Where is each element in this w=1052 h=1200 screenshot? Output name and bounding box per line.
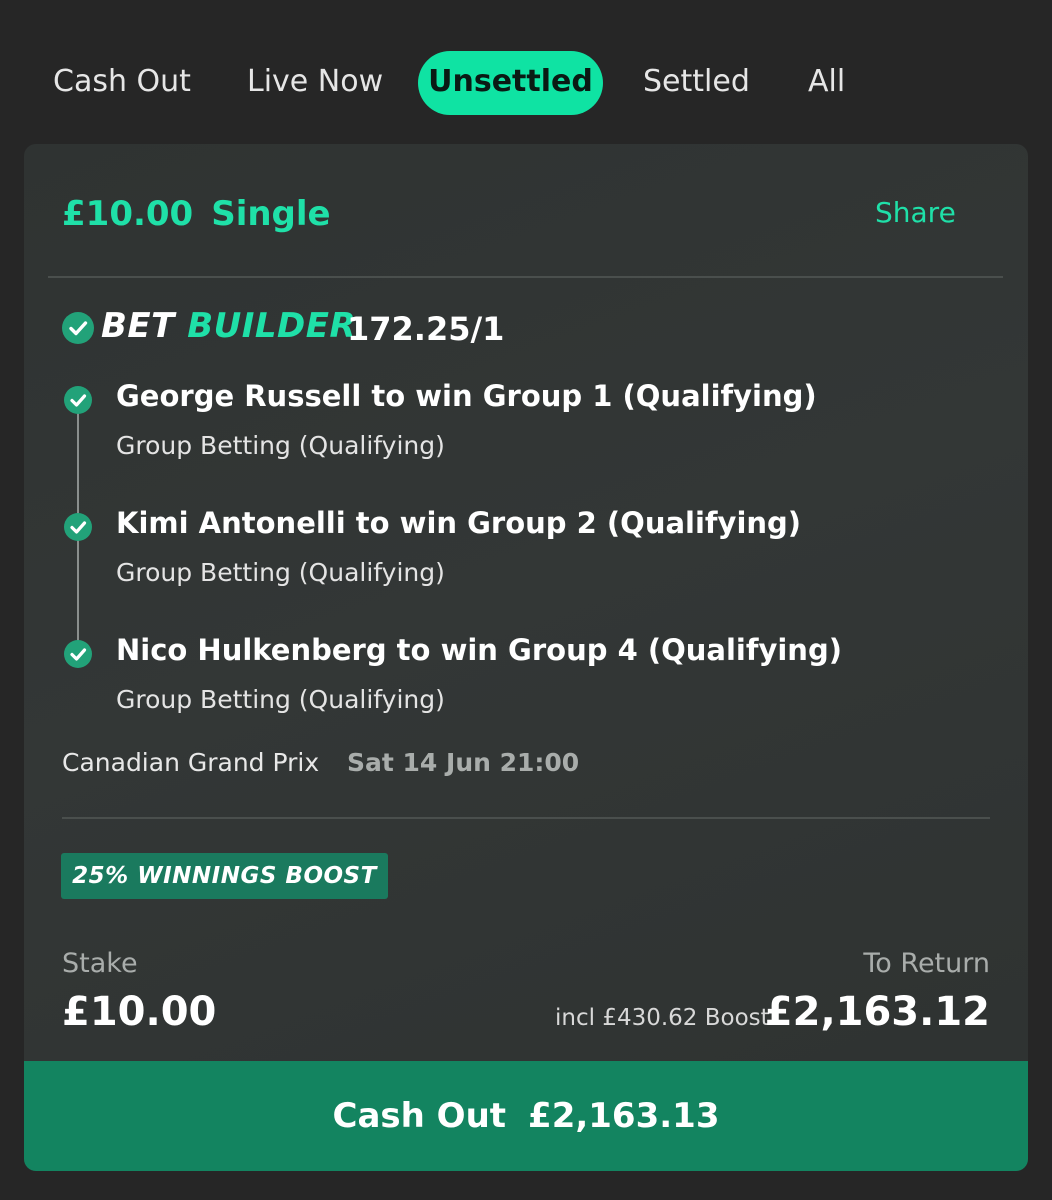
boost-included-text: incl £430.62 Boost: [555, 1005, 770, 1031]
check-circle-icon: [64, 513, 92, 541]
tab-all[interactable]: All: [808, 51, 845, 115]
bet-odds: 172.25/1: [347, 310, 505, 348]
cash-out-value: £2,163.13: [528, 1096, 720, 1136]
leg-market: Group Betting (Qualifying): [116, 685, 445, 714]
to-return-value: £2,163.12: [764, 989, 990, 1035]
to-return-label: To Return: [863, 948, 990, 979]
share-button[interactable]: Share: [875, 196, 956, 229]
leg-market: Group Betting (Qualifying): [116, 558, 445, 587]
bet-builder-label: BET BUILDER: [101, 306, 356, 346]
tab-live-now[interactable]: Live Now: [247, 51, 383, 115]
check-circle-icon: [64, 640, 92, 668]
check-circle-icon: [62, 312, 94, 344]
cash-out-button[interactable]: Cash Out £2,163.13: [24, 1061, 1028, 1171]
leg-selection: George Russell to win Group 1 (Qualifyin…: [116, 379, 817, 413]
event-divider: [62, 817, 990, 819]
winnings-boost-badge: 25% WINNINGS BOOST: [61, 853, 388, 899]
bet-builder-label-builder: BUILDER: [187, 306, 357, 346]
header-divider: [48, 276, 1003, 278]
bet-filter-tabs: Cash Out Live Now Unsettled Settled All: [0, 51, 1052, 115]
leg-selection: Kimi Antonelli to win Group 2 (Qualifyin…: [116, 506, 802, 540]
check-circle-icon: [64, 386, 92, 414]
tab-settled[interactable]: Settled: [643, 51, 750, 115]
bet-card: £10.00 Single Share BET BUILDER 172.25/1 …: [24, 144, 1028, 1171]
leg-selection: Nico Hulkenberg to win Group 4 (Qualifyi…: [116, 633, 842, 667]
tab-unsettled[interactable]: Unsettled: [418, 51, 603, 115]
leg-market: Group Betting (Qualifying): [116, 431, 445, 460]
event-name: Canadian Grand Prix: [62, 748, 320, 777]
bet-stake-header: £10.00: [62, 194, 194, 234]
bet-builder-label-bet: BET: [101, 306, 175, 346]
event-time: Sat 14 Jun 21:00: [347, 748, 580, 777]
stake-label: Stake: [62, 948, 138, 979]
bet-header: £10.00 Single: [62, 194, 331, 234]
cash-out-label: Cash Out: [332, 1096, 507, 1136]
bet-type: Single: [211, 194, 331, 234]
stake-value: £10.00: [62, 989, 217, 1035]
tab-cash-out[interactable]: Cash Out: [53, 51, 191, 115]
